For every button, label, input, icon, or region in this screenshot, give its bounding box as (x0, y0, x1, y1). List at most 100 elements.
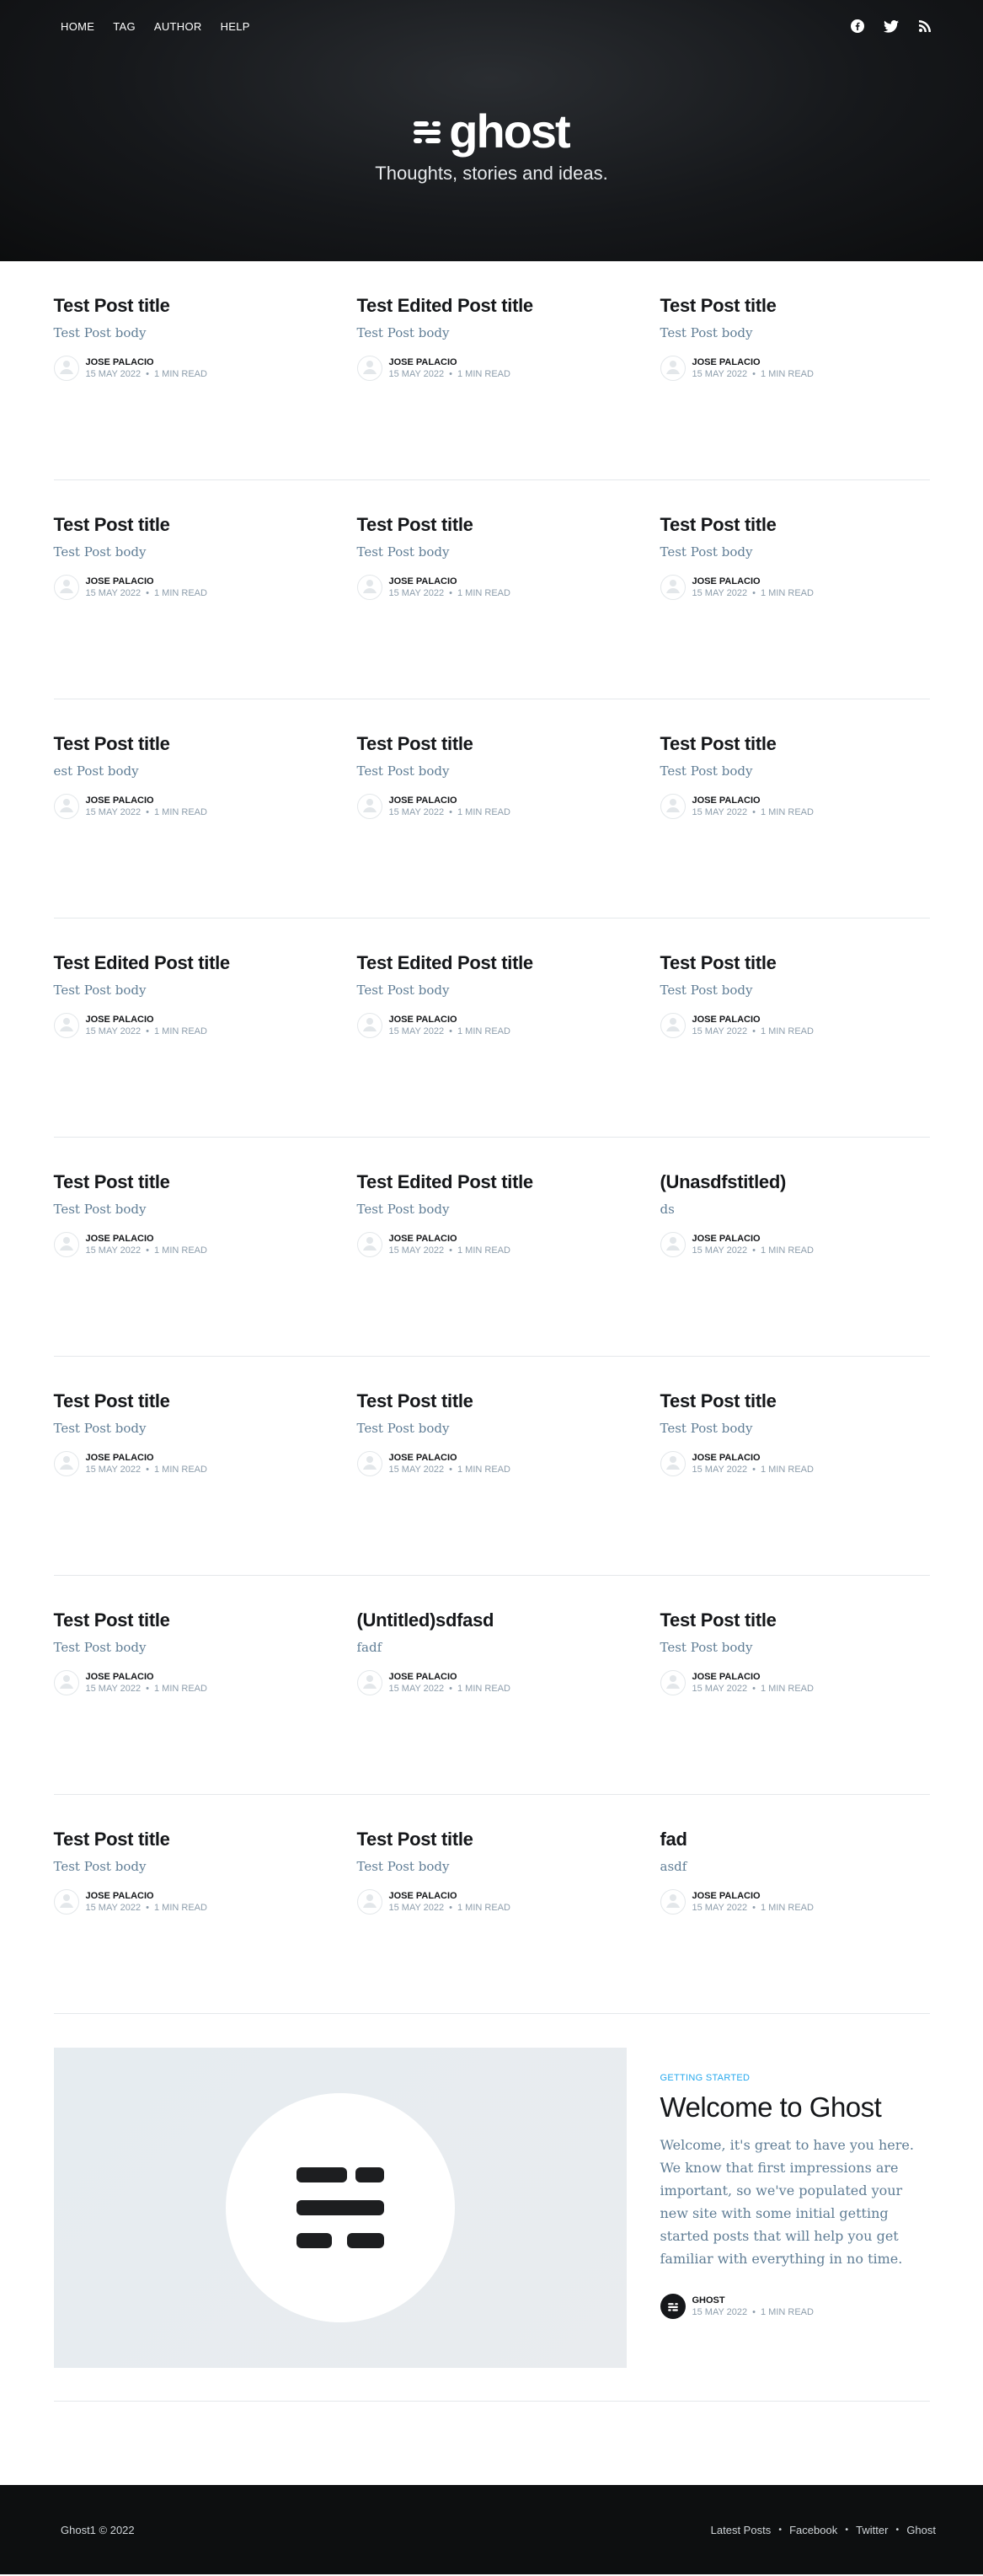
post-card[interactable]: Test Post title Test Post body JOSE PALACI… (660, 295, 930, 479)
twitter-icon[interactable] (884, 19, 899, 34)
author-name[interactable]: JOSE PALACIO (692, 1233, 814, 1245)
post-title[interactable]: Test Post title (54, 1171, 357, 1193)
author-avatar[interactable] (53, 356, 79, 381)
author-avatar[interactable] (660, 1013, 686, 1038)
author-avatar[interactable] (660, 1670, 686, 1695)
post-title[interactable]: Test Post title (54, 1390, 357, 1412)
author-avatar[interactable] (660, 1451, 686, 1476)
author-avatar[interactable] (53, 1889, 79, 1915)
featured-excerpt[interactable]: Welcome, it's great to have you here. We… (660, 2134, 930, 2270)
author-avatar[interactable] (53, 1232, 79, 1257)
author-name[interactable]: JOSE PALACIO (86, 1671, 207, 1683)
post-excerpt[interactable]: Test Post body (54, 983, 357, 998)
author-name[interactable]: JOSE PALACIO (692, 576, 814, 587)
post-card[interactable]: Test Post title Test Post body JOSE PALACI… (660, 1390, 930, 1575)
author-name[interactable]: JOSE PALACIO (86, 1890, 207, 1902)
author-avatar[interactable] (53, 575, 79, 600)
post-card[interactable]: Test Post title Test Post body JOSE PALACI… (660, 1609, 930, 1794)
site-logo[interactable]: ghost (0, 108, 983, 155)
author-name[interactable]: JOSE PALACIO (692, 1671, 814, 1683)
post-title[interactable]: Test Edited Post title (357, 1171, 660, 1193)
post-title[interactable]: Test Post title (660, 514, 930, 536)
nav-help[interactable]: HELP (221, 20, 250, 33)
featured-tag[interactable]: GETTING STARTED (660, 2073, 930, 2083)
post-excerpt[interactable]: Test Post body (54, 1421, 357, 1436)
post-card[interactable]: Test Post title Test Post body JOSE PALACI… (660, 514, 930, 699)
featured-image[interactable] (53, 2048, 627, 2368)
post-excerpt[interactable]: Test Post body (54, 1202, 357, 1217)
author-avatar[interactable] (356, 1670, 382, 1695)
post-excerpt[interactable]: Test Post body (357, 1421, 660, 1436)
author-name[interactable]: GHOST (692, 2295, 814, 2306)
post-title[interactable]: Test Post title (357, 733, 660, 755)
author-avatar[interactable] (660, 794, 686, 819)
post-card[interactable]: Test Edited Post title Test Post body JOSE… (356, 1171, 660, 1356)
post-excerpt[interactable]: Test Post body (54, 1859, 357, 1874)
post-excerpt[interactable]: Test Post body (357, 763, 660, 779)
author-avatar[interactable] (660, 1232, 686, 1257)
post-title[interactable]: Test Edited Post title (357, 295, 660, 317)
post-excerpt[interactable]: Test Post body (357, 1859, 660, 1874)
author-avatar[interactable] (660, 575, 686, 600)
nav-home[interactable]: HOME (61, 20, 94, 33)
author-name[interactable]: JOSE PALACIO (692, 1890, 814, 1902)
post-title[interactable]: Test Post title (660, 1390, 930, 1412)
author-name[interactable]: JOSE PALACIO (389, 1014, 510, 1026)
author-avatar[interactable] (356, 1889, 382, 1915)
post-card[interactable]: (Untitled)sdfasd fadf JOSE PALACIO 15 MAY 2… (356, 1609, 660, 1794)
post-excerpt[interactable]: fadf (357, 1640, 660, 1655)
author-name[interactable]: JOSE PALACIO (389, 1671, 510, 1683)
author-name[interactable]: JOSE PALACIO (86, 1014, 207, 1026)
featured-post[interactable]: GETTING STARTED Welcome to Ghost Welcome… (53, 2014, 930, 2402)
post-card[interactable]: Test Post title Test Post body JOSE PALACI… (53, 1171, 357, 1356)
post-excerpt[interactable]: Test Post body (660, 1421, 930, 1436)
post-title[interactable]: Test Post title (54, 1609, 357, 1631)
author-name[interactable]: JOSE PALACIO (86, 356, 207, 368)
post-title[interactable]: fad (660, 1829, 930, 1850)
author-avatar[interactable] (356, 575, 382, 600)
post-card[interactable]: Test Post title est Post body JOSE PALACIO… (53, 733, 357, 918)
post-card[interactable]: Test Post title Test Post body JOSE PALACI… (356, 514, 660, 699)
author-avatar[interactable] (660, 2294, 686, 2319)
author-name[interactable]: JOSE PALACIO (692, 356, 814, 368)
post-title[interactable]: Test Post title (357, 1829, 660, 1850)
post-excerpt[interactable]: Test Post body (54, 544, 357, 560)
author-name[interactable]: JOSE PALACIO (389, 576, 510, 587)
author-avatar[interactable] (356, 794, 382, 819)
featured-title[interactable]: Welcome to Ghost (660, 2091, 930, 2123)
post-excerpt[interactable]: Test Post body (660, 1640, 930, 1655)
post-excerpt[interactable]: Test Post body (357, 544, 660, 560)
author-avatar[interactable] (53, 1451, 79, 1476)
post-card[interactable]: (Unasdfstitled) ds JOSE PALACIO 15 MAY 2022… (660, 1171, 930, 1356)
post-card[interactable]: Test Post title Test Post body JOSE PALACI… (660, 952, 930, 1137)
post-excerpt[interactable]: Test Post body (660, 325, 930, 340)
post-title[interactable]: Test Post title (54, 733, 357, 755)
rss-icon[interactable] (917, 19, 932, 34)
author-name[interactable]: JOSE PALACIO (86, 576, 207, 587)
post-card[interactable]: Test Edited Post title Test Post body JOSE… (356, 952, 660, 1137)
nav-tag[interactable]: TAG (113, 20, 136, 33)
post-card[interactable]: Test Post title Test Post body JOSE PALACI… (356, 1390, 660, 1575)
post-card[interactable]: fad asdf JOSE PALACIO 15 MAY 2022 • 1 MIN REA… (660, 1829, 930, 2013)
post-title[interactable]: Test Edited Post title (357, 952, 660, 974)
author-name[interactable]: JOSE PALACIO (389, 1890, 510, 1902)
footer-link-latest-posts[interactable]: Latest Posts (711, 2524, 772, 2536)
author-avatar[interactable] (660, 356, 686, 381)
post-title[interactable]: Test Post title (357, 514, 660, 536)
post-title[interactable]: Test Post title (660, 733, 930, 755)
post-excerpt[interactable]: Test Post body (357, 325, 660, 340)
author-avatar[interactable] (53, 794, 79, 819)
post-title[interactable]: (Untitled)sdfasd (357, 1609, 660, 1631)
post-card[interactable]: Test Post title Test Post body JOSE PALACI… (53, 1829, 357, 2013)
author-avatar[interactable] (356, 1013, 382, 1038)
author-name[interactable]: JOSE PALACIO (86, 1233, 207, 1245)
author-name[interactable]: JOSE PALACIO (692, 795, 814, 806)
post-title[interactable]: Test Edited Post title (54, 952, 357, 974)
author-name[interactable]: JOSE PALACIO (389, 356, 510, 368)
author-name[interactable]: JOSE PALACIO (389, 1452, 510, 1464)
post-card[interactable]: Test Post title Test Post body JOSE PALACI… (53, 1609, 357, 1794)
post-card[interactable]: Test Post title Test Post body JOSE PALACI… (53, 1390, 357, 1575)
author-name[interactable]: JOSE PALACIO (389, 795, 510, 806)
footer-link-ghost[interactable]: Ghost (906, 2524, 936, 2536)
post-title[interactable]: Test Post title (357, 1390, 660, 1412)
